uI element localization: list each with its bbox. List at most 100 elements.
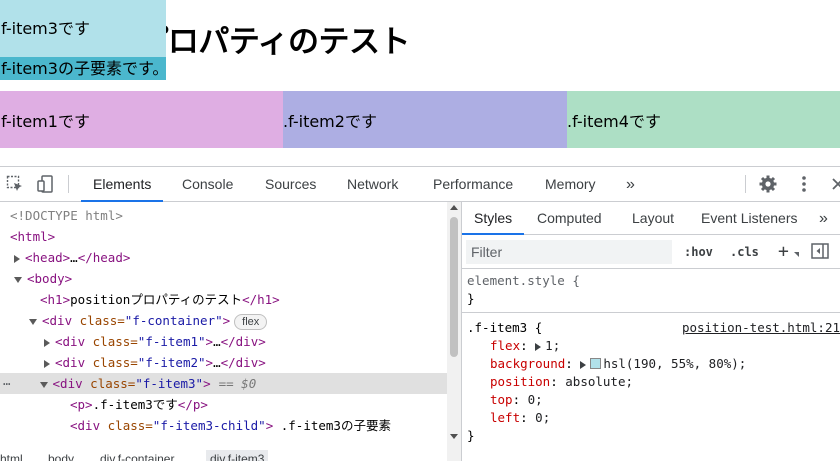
html-tag: <html> — [10, 229, 56, 244]
collapse-triangle-icon[interactable] — [39, 381, 48, 388]
property-value: 1; — [545, 338, 561, 353]
flex-badge[interactable]: flex — [234, 313, 268, 330]
tab-performance[interactable]: Performance — [421, 167, 525, 202]
flex-item-4-text: .f-item4です — [567, 111, 661, 131]
declaration-position[interactable]: position: absolute; — [462, 373, 840, 391]
rule-source-link[interactable]: position-test.html:21 — [682, 319, 840, 337]
class-value: "f-item1" — [137, 334, 206, 349]
dom-f-item2[interactable]: <div class="f-item2">…</div> — [0, 352, 447, 373]
flex-item-2: .f-item2です — [283, 91, 567, 148]
close-icon[interactable] — [828, 174, 840, 194]
expand-triangle-icon[interactable] — [44, 338, 50, 347]
head-ellipsis: … — [70, 250, 78, 265]
new-rule-menu-icon[interactable] — [794, 252, 799, 257]
expand-triangle-icon[interactable] — [14, 254, 20, 263]
dom-f-item1[interactable]: <div class="f-item1">…</div> — [0, 331, 447, 352]
property-name: left — [490, 410, 521, 425]
hov-button[interactable]: :hov — [684, 243, 713, 261]
collapse-triangle-icon[interactable] — [29, 318, 37, 325]
div-close-tag: </div> — [220, 334, 266, 349]
doctype-text: <!DOCTYPE html> — [10, 208, 123, 223]
scrollbar-thumb[interactable] — [450, 217, 458, 357]
tab-computed[interactable]: Computed — [525, 202, 614, 235]
expand-triangle-icon[interactable] — [535, 342, 542, 351]
cls-button[interactable]: .cls — [730, 243, 759, 261]
f-item3-rule[interactable]: .f-item3 { position-test.html:21 flex: 1… — [462, 319, 840, 445]
selected-marker: == $0 — [218, 376, 257, 391]
div-open-tag: <div — [52, 376, 91, 391]
scroll-down-icon[interactable] — [450, 434, 458, 439]
tag-bracket: > — [205, 355, 214, 370]
collapse-triangle-icon[interactable] — [14, 276, 22, 283]
ellipsis: … — [213, 334, 221, 349]
tab-console[interactable]: Console — [170, 167, 245, 202]
tab-memory[interactable]: Memory — [533, 167, 608, 202]
elements-scrollbar[interactable] — [447, 202, 461, 461]
class-value: "f-item2" — [137, 355, 206, 370]
rule-header: .f-item3 { position-test.html:21 — [462, 319, 840, 337]
styles-pane: Styles Computed Layout Event Listeners »… — [462, 202, 840, 461]
dom-head[interactable]: <head>…</head> — [0, 247, 447, 268]
dom-f-container[interactable]: <div class="f-container"> flex — [0, 310, 447, 331]
dom-html[interactable]: <html> — [0, 226, 447, 247]
p-text: .f-item3です — [92, 397, 178, 412]
more-tabs-icon[interactable]: » — [614, 167, 647, 202]
tab-layout[interactable]: Layout — [620, 202, 686, 235]
element-style-rule[interactable]: element.style { } — [462, 272, 840, 308]
device-toggle-icon[interactable] — [36, 174, 56, 194]
class-attr: class= — [92, 355, 138, 370]
flex-item-3-text: .f-item3です — [0, 19, 90, 38]
div-open-tag: <div — [55, 355, 93, 370]
breadcrumb-body[interactable]: body — [48, 450, 74, 461]
dom-f-item3-child[interactable]: <div class="f-item3-child"> .f-item3の子要素 — [0, 415, 447, 436]
tab-event-listeners[interactable]: Event Listeners — [689, 202, 810, 235]
declaration-top[interactable]: top: 0; — [462, 391, 840, 409]
class-value: "f-container" — [124, 313, 223, 328]
class-value: "f-item3" — [135, 376, 204, 391]
ellipsis: … — [213, 355, 221, 370]
h1-text: positionプロパティのテスト — [70, 292, 243, 307]
toggle-sidebar-icon[interactable] — [810, 241, 830, 266]
tag-bracket: > — [205, 334, 214, 349]
kebab-icon[interactable] — [794, 174, 814, 194]
h1-close-tag: </h1> — [242, 292, 280, 307]
expand-triangle-icon[interactable] — [580, 360, 587, 369]
breadcrumb-div-f-item3[interactable]: div.f-item3 — [206, 450, 269, 461]
dom-body[interactable]: <body> — [0, 268, 447, 289]
dom-p[interactable]: <p>.f-item3です</p> — [0, 394, 447, 415]
rule-close-brace: } — [467, 291, 475, 306]
breadcrumb: html body div.f-container div.f-item3 — [0, 450, 461, 461]
new-rule-button[interactable]: + — [778, 243, 789, 261]
property-value: hsl(190, 55%, 80%); — [603, 356, 747, 371]
tab-styles[interactable]: Styles — [462, 202, 525, 235]
tab-elements[interactable]: Elements — [81, 167, 164, 202]
more-styles-tabs-icon[interactable]: » — [807, 202, 840, 235]
toolbar-divider-2 — [745, 175, 746, 193]
property-value: absolute; — [565, 374, 634, 389]
declaration-background[interactable]: background: hsl(190, 55%, 80%); — [462, 355, 840, 373]
styles-filter-bar: Filter :hov .cls + — [462, 235, 840, 269]
flex-container: .f-item1です .f-item2です .f-item4です — [0, 91, 840, 148]
class-attr: class= — [92, 334, 138, 349]
dom-doctype[interactable]: <!DOCTYPE html> — [0, 205, 447, 226]
p-open-tag: <p> — [70, 397, 93, 412]
elements-tree[interactable]: <!DOCTYPE html> <html> <head>…</head> <b… — [0, 202, 461, 461]
dom-h1[interactable]: <h1>positionプロパティのテスト</h1> — [0, 289, 447, 310]
declaration-left[interactable]: left: 0; — [462, 409, 840, 427]
dom-f-item3-selected[interactable]: ⋯ <div class="f-item3"> == $0 — [0, 373, 447, 394]
expand-triangle-icon[interactable] — [44, 359, 50, 368]
row-menu-icon[interactable]: ⋯ — [0, 376, 11, 391]
color-swatch[interactable] — [590, 358, 602, 369]
tab-network[interactable]: Network — [335, 167, 410, 202]
declaration-flex[interactable]: flex: 1; — [462, 337, 840, 355]
scroll-up-icon[interactable] — [450, 205, 458, 210]
breadcrumb-div-f-container[interactable]: div.f-container — [100, 450, 174, 461]
gear-icon[interactable] — [758, 174, 778, 194]
inspect-icon[interactable] — [5, 174, 25, 194]
styles-filter-input[interactable]: Filter — [466, 240, 672, 264]
div-open-tag: <div — [42, 313, 80, 328]
property-name: background — [490, 356, 566, 371]
breadcrumb-html[interactable]: html — [0, 450, 23, 461]
tab-sources[interactable]: Sources — [253, 167, 328, 202]
element-style-selector: element.style { — [467, 273, 580, 288]
